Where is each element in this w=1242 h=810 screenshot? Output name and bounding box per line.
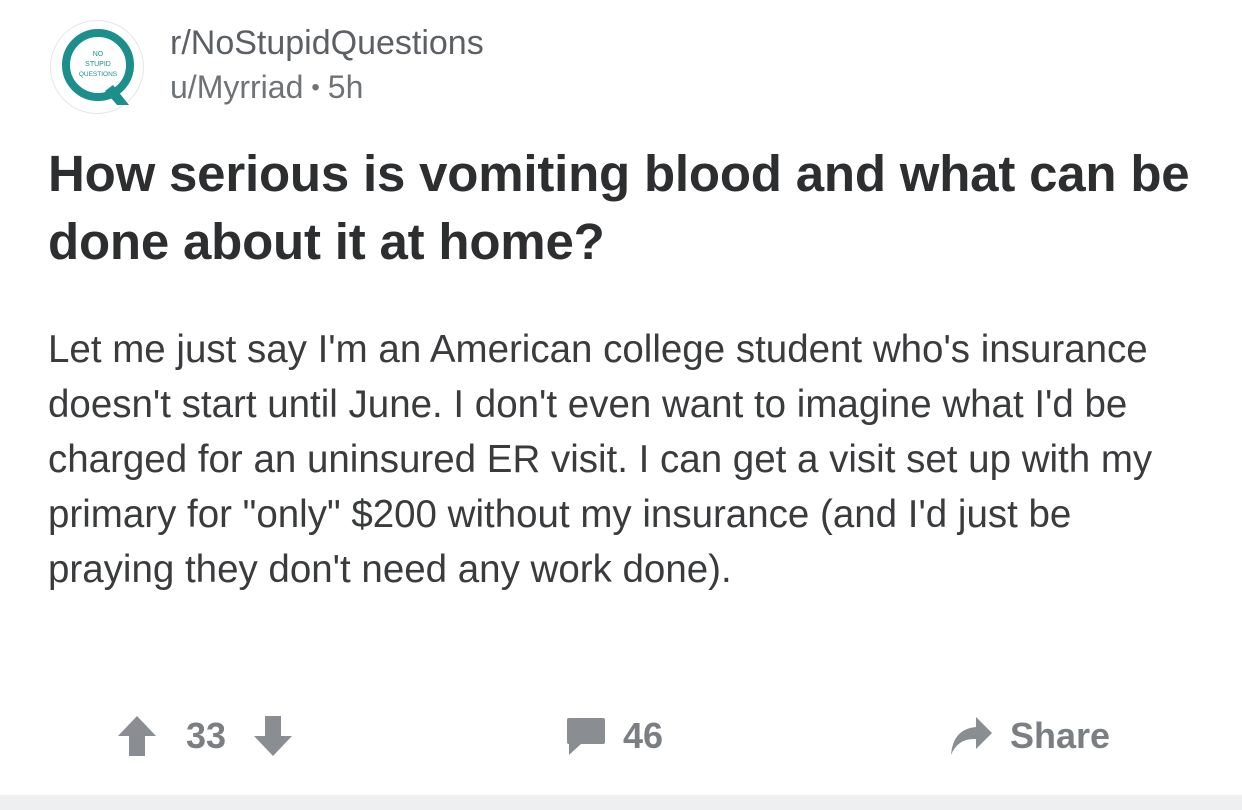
no-stupid-questions-logo-icon: NO STUPID QUESTIONS <box>62 29 134 105</box>
post-card: NO STUPID QUESTIONS r/NoStupidQuestions … <box>0 0 1242 795</box>
post-header: NO STUPID QUESTIONS r/NoStupidQuestions … <box>50 20 750 116</box>
meta-separator: • <box>311 74 320 101</box>
post-body: Let me just say I'm an American college … <box>48 328 1153 591</box>
subreddit-avatar[interactable]: NO STUPID QUESTIONS <box>50 20 144 114</box>
arrow-up-icon[interactable] <box>116 714 158 758</box>
share-button[interactable]: Share <box>948 713 1110 759</box>
comments-button[interactable]: 46 <box>565 713 663 759</box>
post-title[interactable]: How serious is vomiting blood and what c… <box>48 140 1198 276</box>
post-age: 5h <box>327 69 364 105</box>
comment-bubble-icon <box>567 718 605 755</box>
post-actions-bar: 33 46 Share <box>0 705 1242 767</box>
logo-text-1: NO <box>93 51 104 58</box>
vote-score: 33 <box>186 715 227 756</box>
vote-controls: 33 <box>116 713 294 759</box>
bottom-divider <box>0 795 1242 810</box>
logo-text-3: QUESTIONS <box>79 71 118 78</box>
arrow-down-icon[interactable] <box>252 714 294 758</box>
logo-text-2: STUPID <box>85 61 111 68</box>
subreddit-link[interactable]: r/NoStupidQuestions <box>170 22 484 64</box>
comment-count: 46 <box>623 715 664 756</box>
author-link[interactable]: u/Myrriad <box>170 69 303 105</box>
post-meta: r/NoStupidQuestions u/Myrriad • 5h <box>170 22 484 112</box>
share-arrow-icon <box>951 717 992 755</box>
post-byline: u/Myrriad • 5h <box>170 66 484 112</box>
share-label: Share <box>1010 715 1111 756</box>
